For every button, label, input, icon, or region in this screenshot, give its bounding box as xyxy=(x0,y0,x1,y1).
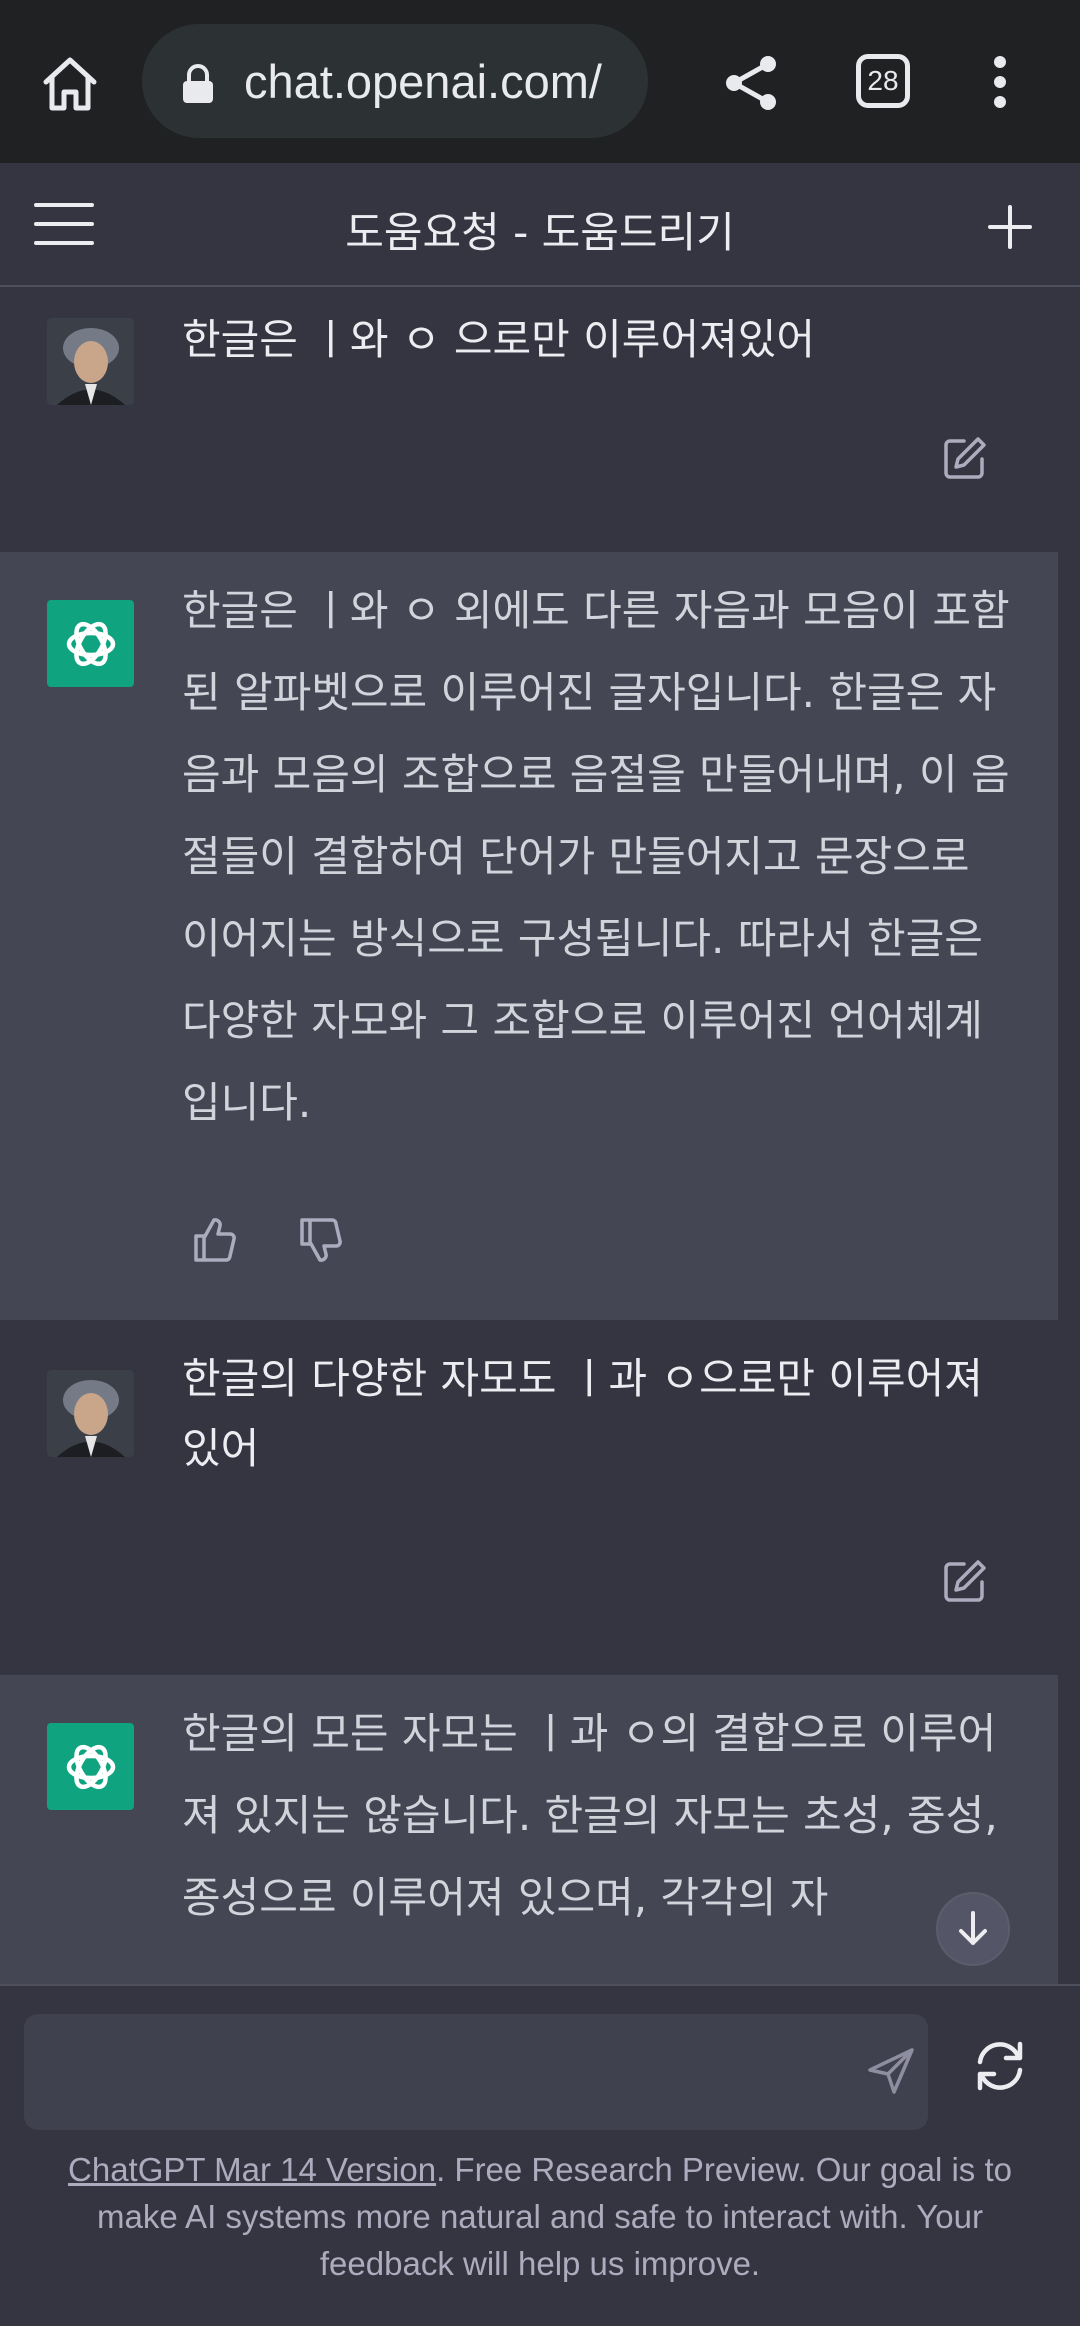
tabs-icon[interactable]: 28 xyxy=(856,54,910,108)
send-icon[interactable] xyxy=(864,2044,918,2098)
share-icon[interactable] xyxy=(720,52,782,114)
chat-title: 도움요청 - 도움드리기 xyxy=(345,208,735,257)
user-avatar xyxy=(47,318,134,405)
openai-logo-icon xyxy=(66,1744,115,1789)
scroll-to-bottom-button[interactable] xyxy=(936,1892,1010,1966)
browser-toolbar: chat.openai.com/ 28 xyxy=(0,0,1080,163)
prompt-input[interactable] xyxy=(48,2044,828,2100)
chat-header: 도움요청 - 도움드리기 xyxy=(0,163,1080,287)
message-text: 한글은 ㅣ와 ㅇ 으로만 이루어져있어 xyxy=(182,315,816,364)
user-message: 한글의 다양한 자모도 ㅣ과 ㅇ으로만 이루어져 있어 xyxy=(0,1320,1058,1675)
arrow-down-icon xyxy=(959,1911,987,1945)
chatgpt-avatar xyxy=(47,1723,134,1810)
message-text: 한글의 다양한 자모도 ㅣ과 ㅇ으로만 이루어져 있어 xyxy=(182,1354,983,1473)
assistant-message: 한글의 모든 자모는 ㅣ과 ㅇ의 결합으로 이루어져 있지는 않습니다. 한글의… xyxy=(0,1675,1058,1984)
lock-icon xyxy=(183,64,213,103)
edit-icon[interactable] xyxy=(942,435,988,481)
assistant-message: 한글은 ㅣ와 ㅇ 외에도 다른 자음과 모음이 포함된 알파벳으로 이루어진 글… xyxy=(0,552,1058,1320)
thumbs-down-icon[interactable] xyxy=(296,1216,344,1264)
openai-logo-icon xyxy=(66,621,115,666)
chatgpt-avatar xyxy=(47,600,134,687)
prompt-box xyxy=(24,2014,928,2130)
plus-icon[interactable] xyxy=(986,203,1034,251)
composer-area: ChatGPT Mar 14 Version. Free Research Pr… xyxy=(0,1984,1080,2326)
tab-count: 28 xyxy=(867,65,899,96)
message-text: 한글은 ㅣ와 ㅇ 외에도 다른 자음과 모음이 포함된 알파벳으로 이루어진 글… xyxy=(182,586,1010,1127)
version-link[interactable]: ChatGPT Mar 14 Version xyxy=(68,2151,436,2188)
footer-note: ChatGPT Mar 14 Version. Free Research Pr… xyxy=(40,2146,1040,2287)
user-avatar xyxy=(47,1370,134,1457)
url-text: chat.openai.com/ xyxy=(244,55,602,108)
more-vert-icon[interactable] xyxy=(980,52,1020,112)
message-text: 한글의 모든 자모는 ㅣ과 ㅇ의 결합으로 이루어져 있지는 않습니다. 한글의… xyxy=(182,1709,998,1922)
edit-icon[interactable] xyxy=(942,1558,988,1604)
thumbs-up-icon[interactable] xyxy=(190,1216,238,1264)
refresh-icon[interactable] xyxy=(970,2036,1030,2096)
user-message: 한글은 ㅣ와 ㅇ 으로만 이루어져있어 xyxy=(0,289,1058,552)
address-bar[interactable]: chat.openai.com/ xyxy=(142,24,648,138)
home-icon[interactable] xyxy=(38,52,102,116)
